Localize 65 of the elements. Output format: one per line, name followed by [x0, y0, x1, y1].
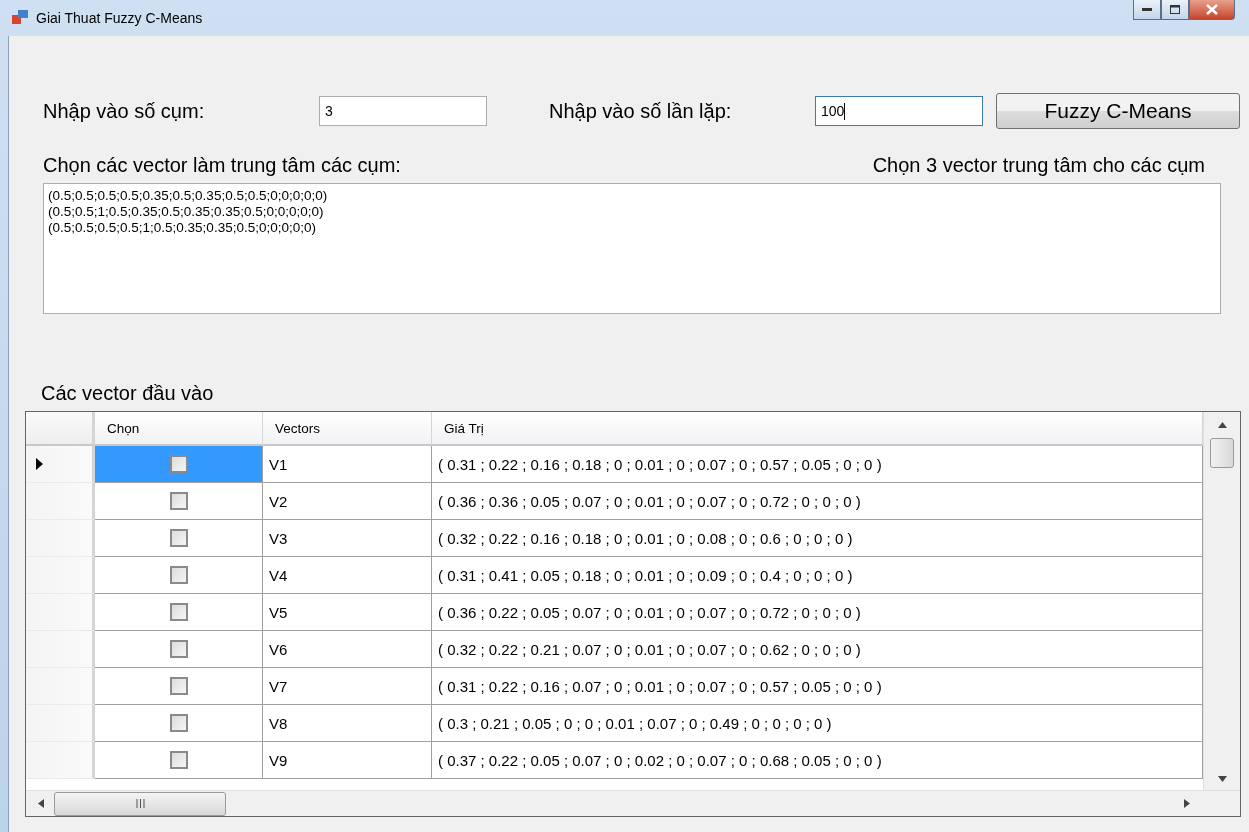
value-cell: ( 0.31 ; 0.22 ; 0.16 ; 0.18 ; 0 ; 0.01 ; 0 ; 0.07 ; 0 ; 0.57 ; 0.05 ; 0 ; 0 ): [432, 446, 1203, 483]
horizontal-scrollbar[interactable]: [26, 790, 1240, 816]
scroll-right-icon[interactable]: [1184, 799, 1190, 808]
checkbox[interactable]: [169, 603, 188, 621]
vector-cell: V2: [263, 483, 432, 520]
checkbox-cell[interactable]: [95, 557, 263, 594]
vector-cell: V9: [263, 742, 432, 779]
iterations-label: Nhập vào số lần lặp:: [549, 99, 733, 123]
maximize-icon: [1170, 5, 1180, 14]
column-header[interactable]: Vectors: [263, 412, 432, 446]
vector-cell: V8: [263, 705, 432, 742]
checkbox[interactable]: [169, 529, 188, 547]
input-vectors-label: Các vector đầu vào: [41, 382, 215, 405]
value-cell: ( 0.31 ; 0.22 ; 0.16 ; 0.07 ; 0 ; 0.01 ; 0 ; 0.07 ; 0 ; 0.57 ; 0.05 ; 0 ; 0 ): [432, 668, 1203, 705]
checkbox[interactable]: [169, 714, 188, 732]
scroll-down-icon[interactable]: [1217, 776, 1227, 782]
vector-cell: V7: [263, 668, 432, 705]
value-cell: ( 0.32 ; 0.22 ; 0.16 ; 0.18 ; 0 ; 0.01 ; 0 ; 0.08 ; 0 ; 0.6 ; 0 ; 0 ; 0 ): [432, 520, 1203, 557]
scroll-thumb[interactable]: [1210, 438, 1234, 468]
value-cell: ( 0.31 ; 0.41 ; 0.05 ; 0.18 ; 0 ; 0.01 ; 0 ; 0.09 ; 0 ; 0.4 ; 0 ; 0 ; 0 ): [432, 557, 1203, 594]
vector-cell: V6: [263, 631, 432, 668]
value-cell: ( 0.36 ; 0.36 ; 0.05 ; 0.07 ; 0 ; 0.01 ; 0 ; 0.07 ; 0 ; 0.72 ; 0 ; 0 ; 0 ): [432, 483, 1203, 520]
centers-text-area[interactable]: (0.5;0.5;0.5;0.5;0.35;0.5;0.35;0.5;0.5;0;0;0;0;0) (0.5;0.5;1;0.5;0.35;0.5;0.35;0.35;0.5;0;0;0;0;0) (0.5;0.5;0.5;0.5;1;0.5;0.35;0.35;0.5;0;0;0;0;0): [43, 183, 1221, 314]
window-title: Giai Thuat Fuzzy C-Means: [36, 10, 203, 26]
minimize-button[interactable]: [1133, 0, 1161, 20]
checkbox-cell[interactable]: [95, 520, 263, 557]
checkbox-cell[interactable]: [95, 594, 263, 631]
column-header[interactable]: Chọn: [95, 412, 263, 446]
checkbox-cell[interactable]: [95, 631, 263, 668]
checkbox[interactable]: [169, 566, 188, 584]
checkbox-cell[interactable]: [95, 742, 263, 779]
value-cell: ( 0.3 ; 0.21 ; 0.05 ; 0 ; 0 ; 0.01 ; 0.07 ; 0 ; 0.49 ; 0 ; 0 ; 0 ; 0 ): [432, 705, 1203, 742]
centers-hint: Chọn 3 vector trung tâm cho các cụm: [872, 154, 1205, 177]
vector-cell: V5: [263, 594, 432, 631]
column-header[interactable]: Giá Trị: [432, 412, 1203, 446]
app-icon: [12, 9, 28, 25]
checkbox-cell[interactable]: [95, 705, 263, 742]
checkbox[interactable]: [169, 492, 188, 510]
grip-icon: [135, 799, 145, 808]
vector-cell: V4: [263, 557, 432, 594]
iterations-field[interactable]: 100: [815, 96, 983, 126]
checkbox[interactable]: [169, 455, 188, 473]
cluster-count-label: Nhập vào số cụm:: [43, 99, 206, 123]
checkbox[interactable]: [169, 640, 188, 658]
scroll-left-icon[interactable]: [38, 799, 44, 808]
scroll-thumb[interactable]: [54, 791, 226, 816]
centers-label: Chọn các vector làm trung tâm các cụm:: [43, 154, 401, 177]
checkbox-cell[interactable]: [95, 446, 263, 483]
close-icon: [1206, 4, 1218, 15]
value-cell: ( 0.36 ; 0.22 ; 0.05 ; 0.07 ; 0 ; 0.01 ; 0 ; 0.07 ; 0 ; 0.72 ; 0 ; 0 ; 0 ): [432, 594, 1203, 631]
checkbox-cell[interactable]: [95, 668, 263, 705]
value-cell: ( 0.37 ; 0.22 ; 0.05 ; 0.07 ; 0 ; 0.02 ; 0 ; 0.07 ; 0 ; 0.68 ; 0.05 ; 0 ; 0 ): [432, 742, 1203, 779]
checkbox-cell[interactable]: [95, 483, 263, 520]
vector-cell: V3: [263, 520, 432, 557]
close-button[interactable]: [1189, 0, 1235, 20]
scroll-up-icon[interactable]: [1217, 422, 1227, 428]
checkbox[interactable]: [169, 751, 188, 769]
checkbox[interactable]: [169, 677, 188, 695]
value-cell: ( 0.32 ; 0.22 ; 0.21 ; 0.07 ; 0 ; 0.01 ; 0 ; 0.07 ; 0 ; 0.62 ; 0 ; 0 ; 0 ): [432, 631, 1203, 668]
vertical-scrollbar[interactable]: [1203, 412, 1240, 790]
vector-cell: V1: [263, 446, 432, 483]
cluster-count-field[interactable]: 3: [319, 96, 487, 126]
fuzzy-c-means-button[interactable]: Fuzzy C-Means: [996, 93, 1240, 129]
maximize-button[interactable]: [1161, 0, 1189, 20]
minimize-icon: [1142, 7, 1152, 12]
